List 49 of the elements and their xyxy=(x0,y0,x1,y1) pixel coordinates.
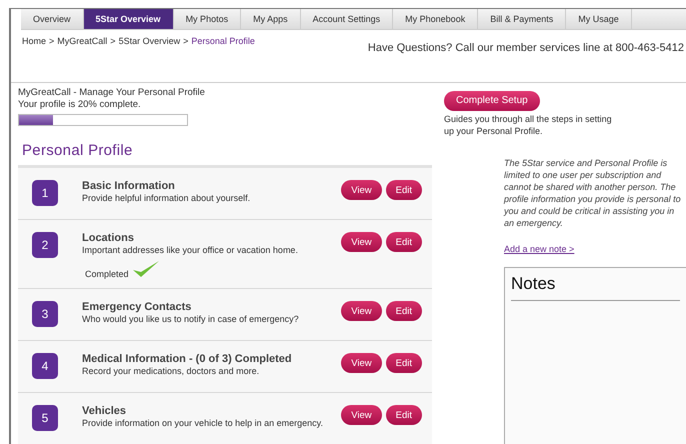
step-title: Locations xyxy=(82,232,135,244)
step-number: 1 xyxy=(32,180,58,206)
add-note-link[interactable]: Add a new note > xyxy=(504,244,686,254)
edit-button[interactable]: Edit xyxy=(386,232,422,252)
step-description: Record your medications, doctors and more. xyxy=(82,366,260,376)
status-text: Your profile is 20% complete. xyxy=(18,99,142,111)
notes-title: Notes xyxy=(511,274,680,300)
view-button[interactable]: View xyxy=(341,301,382,321)
section-title: Personal Profile xyxy=(22,142,134,159)
view-button[interactable]: View xyxy=(341,180,382,200)
step-description: Provide helpful information about yourself. xyxy=(82,193,252,203)
edit-button[interactable]: Edit xyxy=(386,180,422,200)
step-number: 5 xyxy=(32,405,58,431)
nav-tab[interactable]: 5Star Overview xyxy=(84,9,174,29)
step-number: 4 xyxy=(32,353,58,379)
step-title: Emergency Contacts xyxy=(82,301,192,313)
complete-setup-button[interactable]: Complete Setup xyxy=(444,90,540,110)
step-number: 3 xyxy=(32,301,58,327)
view-button[interactable]: View xyxy=(341,405,382,425)
nav-tab[interactable]: My Apps xyxy=(241,9,301,29)
step-description: Important addresses like your office or vacation home. xyxy=(82,245,299,255)
step-title: Medical Information - (0 of 3) Completed xyxy=(82,353,293,365)
step-description: Provide information on your vehicle to help in an emergency. xyxy=(82,418,324,428)
edit-button[interactable]: Edit xyxy=(386,301,422,321)
breadcrumb-link[interactable]: 5Star Overview xyxy=(118,36,180,82)
help-line: Have Questions? Call our member services line at 800-463-5412 xyxy=(368,41,685,56)
breadcrumb-separator: > xyxy=(110,36,116,48)
nav-tab[interactable]: My Photos xyxy=(174,9,242,29)
nav-tab[interactable]: Account Settings xyxy=(300,9,394,29)
breadcrumb-link[interactable]: MyGreatCall xyxy=(57,36,108,82)
step-title: Basic Information xyxy=(82,180,176,192)
view-button[interactable]: View xyxy=(341,232,382,252)
step-number: 2 xyxy=(32,232,58,258)
completed-label: Completed xyxy=(85,269,129,279)
edit-button[interactable]: Edit xyxy=(386,353,422,373)
breadcrumb-separator: > xyxy=(49,36,54,48)
nav-tab[interactable]: Bill & Payments xyxy=(478,9,566,29)
breadcrumb-separator: > xyxy=(183,36,188,48)
breadcrumb-link[interactable]: Home xyxy=(22,36,46,82)
edit-button[interactable]: Edit xyxy=(386,405,422,425)
nav-tab[interactable]: My Phonebook xyxy=(393,9,478,29)
view-button[interactable]: View xyxy=(341,353,382,373)
step-title: Vehicles xyxy=(82,405,128,417)
breadcrumb-link[interactable]: Personal Profile xyxy=(191,36,255,82)
notice-text: The 5Star service and Personal Profile is limited to one user per subscription and cannot be shared with another person. The profile information you provide is personal to you and could be critical in assisting you in an emergency. xyxy=(504,156,682,228)
step-description: Who would you like us to notify in case of emergency? xyxy=(82,314,300,324)
status-title: MyGreatCall - Manage Your Personal Profile xyxy=(18,87,206,99)
setup-description: Guides you through all the steps in setting up your Personal Profile. xyxy=(444,112,613,136)
nav-tab[interactable]: My Usage xyxy=(566,9,632,29)
